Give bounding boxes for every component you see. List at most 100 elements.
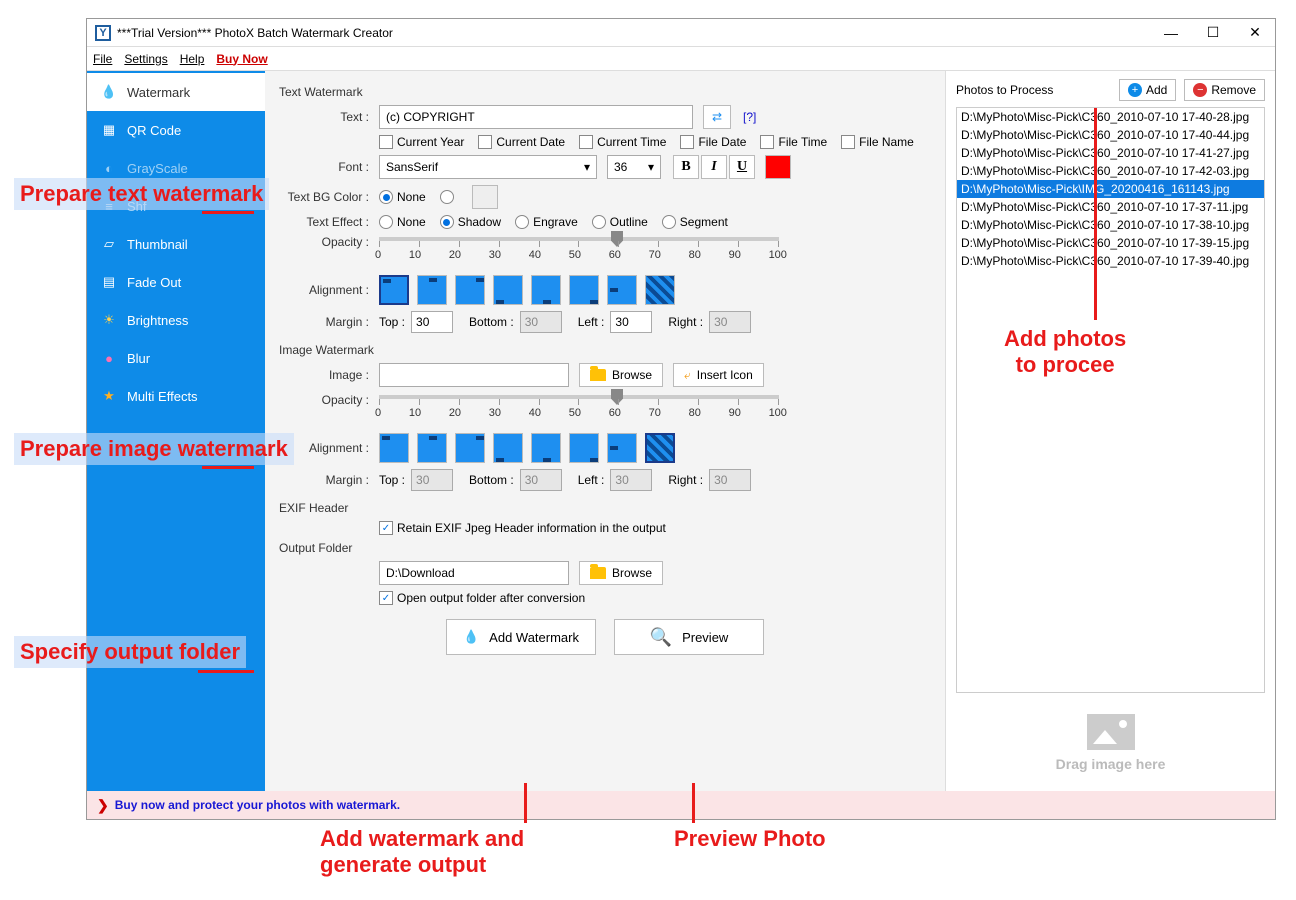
chk-file-time[interactable]: File Time [760, 135, 827, 149]
photo-list-item[interactable]: D:\MyPhoto\Misc-Pick\C360_2010-07-10 17-… [957, 216, 1264, 234]
opacity-label: Opacity : [279, 235, 379, 249]
chk-retain-exif[interactable]: ✓Retain EXIF Jpeg Header information in … [379, 521, 666, 535]
alignment-cell[interactable] [531, 275, 561, 305]
photo-list-item[interactable]: D:\MyPhoto\Misc-Pick\C360_2010-07-10 17-… [957, 252, 1264, 270]
output-folder-input[interactable] [379, 561, 569, 585]
remove-photo-button[interactable]: −Remove [1184, 79, 1265, 101]
sidebar-item-grayscale[interactable]: ◐ GrayScale [87, 149, 265, 187]
chk-open-output[interactable]: ✓Open output folder after conversion [379, 591, 585, 605]
radio-eff-engrave[interactable]: Engrave [515, 215, 578, 229]
alignment-cell[interactable] [493, 433, 523, 463]
image-path-input[interactable] [379, 363, 569, 387]
chk-current-date[interactable]: Current Date [478, 135, 565, 149]
alignment-cell[interactable] [417, 433, 447, 463]
bold-button[interactable]: B [673, 155, 699, 179]
minimize-button[interactable]: — [1159, 23, 1183, 43]
text-opacity-slider[interactable]: 0102030405060708090100 [379, 235, 779, 269]
help-link[interactable]: [?] [743, 110, 756, 124]
photo-list-item[interactable]: D:\MyPhoto\Misc-Pick\C360_2010-07-10 17-… [957, 108, 1264, 126]
insert-icon-button[interactable]: ⤶Insert Icon [673, 363, 764, 387]
menu-help[interactable]: Help [180, 52, 205, 66]
annotation-line [524, 783, 527, 823]
alignment-cell[interactable] [569, 275, 599, 305]
radio-eff-shadow[interactable]: Shadow [440, 215, 501, 229]
bg-color-swatch[interactable] [472, 185, 498, 209]
add-photo-button[interactable]: +Add [1119, 79, 1176, 101]
sidebar-item-qrcode[interactable]: ▦ QR Code [87, 111, 265, 149]
photo-list-item[interactable]: D:\MyPhoto\Misc-Pick\C360_2010-07-10 17-… [957, 144, 1264, 162]
alignment-cell[interactable] [379, 433, 409, 463]
section-text-watermark: Text Watermark [279, 85, 931, 99]
sidebar-item-thumbnail[interactable]: ▱ Thumbnail [87, 225, 265, 263]
insert-icon: ⤶ [684, 368, 691, 383]
drop-zone[interactable]: Drag image here [956, 703, 1265, 783]
chk-current-time[interactable]: Current Time [579, 135, 666, 149]
minus-icon: − [1193, 83, 1207, 97]
alignment-cell[interactable] [455, 433, 485, 463]
alignment-cell[interactable] [645, 433, 675, 463]
sidebar-item-brightness[interactable]: ☀ Brightness [87, 301, 265, 339]
browse-output-button[interactable]: Browse [579, 561, 663, 585]
radio-eff-segment[interactable]: Segment [662, 215, 728, 229]
radio-icon [379, 190, 393, 204]
italic-button[interactable]: I [701, 155, 727, 179]
alignment-cell[interactable] [607, 433, 637, 463]
image-opacity-slider[interactable]: 0102030405060708090100 [379, 393, 779, 427]
alignment-cell[interactable] [417, 275, 447, 305]
alignment-cell[interactable] [379, 275, 409, 305]
image-alignment-grid [379, 433, 675, 463]
font-color-swatch[interactable] [765, 155, 791, 179]
alignment-cell[interactable] [569, 433, 599, 463]
margin-left-input[interactable] [610, 311, 652, 333]
photo-list-item[interactable]: D:\MyPhoto\Misc-Pick\C360_2010-07-10 17-… [957, 198, 1264, 216]
sidebar-item-shf[interactable]: ≡ Shf [87, 187, 265, 225]
checkbox-icon: ✓ [379, 521, 393, 535]
underline-button[interactable]: U [729, 155, 755, 179]
alignment-cell[interactable] [455, 275, 485, 305]
menu-settings[interactable]: Settings [124, 52, 167, 66]
photo-list-item[interactable]: D:\MyPhoto\Misc-Pick\C360_2010-07-10 17-… [957, 126, 1264, 144]
sidebar-item-blur[interactable]: ● Blur [87, 339, 265, 377]
sidebar-item-watermark[interactable]: 💧 Watermark [87, 73, 265, 111]
menu-buy-now[interactable]: Buy Now [216, 52, 267, 66]
titlebar: Y ***Trial Version*** PhotoX Batch Water… [87, 19, 1275, 47]
checkbox-icon [841, 135, 855, 149]
font-select[interactable]: SansSerif▾ [379, 155, 597, 179]
grayscale-icon: ◐ [101, 160, 117, 176]
radio-icon [662, 215, 676, 229]
insert-token-button[interactable]: ⇄ [703, 105, 731, 129]
radio-eff-none[interactable]: None [379, 215, 426, 229]
photo-list-item[interactable]: D:\MyPhoto\Misc-Pick\IMG_20200416_161143… [957, 180, 1264, 198]
margin-top-input[interactable] [411, 311, 453, 333]
radio-eff-outline[interactable]: Outline [592, 215, 648, 229]
menu-file[interactable]: File [93, 52, 112, 66]
radio-icon [515, 215, 529, 229]
annotation-text: Preview Photo [674, 826, 826, 852]
sidebar-item-fadeout[interactable]: ▤ Fade Out [87, 263, 265, 301]
alignment-cell[interactable] [531, 433, 561, 463]
chk-current-year[interactable]: Current Year [379, 135, 464, 149]
font-size-select[interactable]: 36▾ [607, 155, 661, 179]
alignment-label: Alignment : [279, 283, 379, 297]
arrow-icon: ❯ [97, 797, 109, 814]
browse-image-button[interactable]: Browse [579, 363, 663, 387]
chk-file-name[interactable]: File Name [841, 135, 914, 149]
alignment-cell[interactable] [493, 275, 523, 305]
add-watermark-button[interactable]: 💧Add Watermark [446, 619, 596, 655]
maximize-button[interactable]: ☐ [1201, 23, 1225, 43]
chk-file-date[interactable]: File Date [680, 135, 746, 149]
photo-list-item[interactable]: D:\MyPhoto\Misc-Pick\C360_2010-07-10 17-… [957, 234, 1264, 252]
sidebar-item-multieffects[interactable]: ★ Multi Effects [87, 377, 265, 415]
radio-bg-color[interactable] [440, 190, 458, 204]
alignment-cell[interactable] [645, 275, 675, 305]
close-button[interactable]: ✕ [1243, 23, 1267, 43]
preview-button[interactable]: 🔍Preview [614, 619, 764, 655]
img-margin-bottom-input [520, 469, 562, 491]
text-input[interactable] [379, 105, 693, 129]
photos-list[interactable]: D:\MyPhoto\Misc-Pick\C360_2010-07-10 17-… [956, 107, 1265, 693]
radio-bg-none[interactable]: None [379, 190, 426, 204]
photo-list-item[interactable]: D:\MyPhoto\Misc-Pick\C360_2010-07-10 17-… [957, 162, 1264, 180]
alignment-cell[interactable] [607, 275, 637, 305]
checkbox-icon [579, 135, 593, 149]
status-bar[interactable]: ❯ Buy now and protect your photos with w… [87, 791, 1275, 819]
